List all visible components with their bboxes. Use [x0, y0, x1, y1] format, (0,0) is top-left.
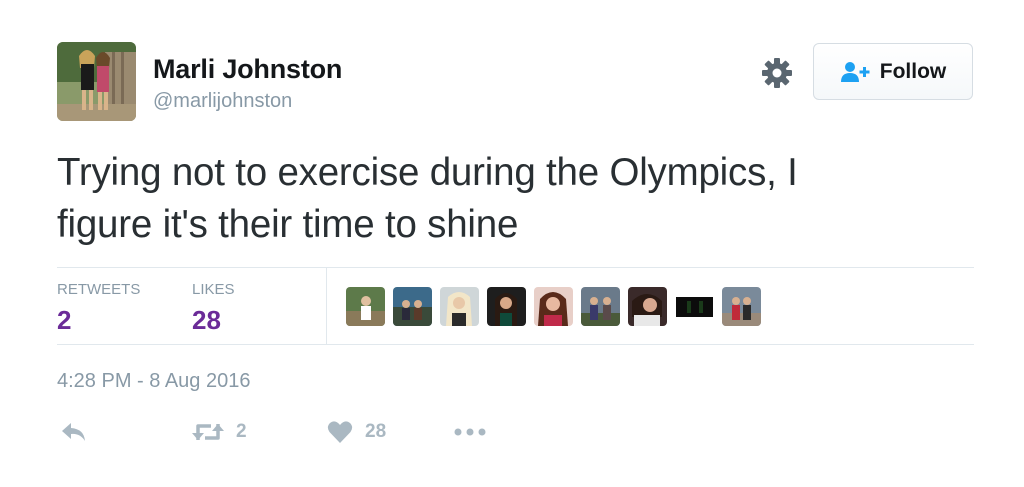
follow-person-plus-icon — [840, 61, 870, 82]
reply-button[interactable] — [60, 420, 88, 444]
like-count: 28 — [365, 421, 387, 442]
liker-avatar[interactable] — [440, 287, 479, 326]
likes-count[interactable]: 28 — [192, 305, 221, 336]
retweets-label[interactable]: RETWEETS — [57, 281, 140, 298]
more-button[interactable] — [454, 424, 486, 440]
avatar[interactable] — [57, 42, 136, 121]
user-display-name[interactable]: Marli Johnston — [153, 54, 342, 85]
retweet-icon — [192, 424, 224, 440]
divider — [57, 344, 974, 345]
more-dots-icon — [454, 428, 486, 436]
liker-avatar[interactable] — [534, 287, 573, 326]
retweet-count: 2 — [236, 421, 247, 442]
liker-avatar[interactable] — [581, 287, 620, 326]
likes-label[interactable]: LIKES — [192, 281, 235, 298]
liker-avatar[interactable] — [628, 287, 667, 326]
tweet-text-line: Trying not to exercise during the Olympi… — [57, 151, 798, 194]
follow-button[interactable]: Follow — [813, 43, 973, 100]
tweet-timestamp[interactable]: 4:28 PM - 8 Aug 2016 — [57, 370, 250, 393]
tweet-text: Trying not to exercise during the Olympi… — [57, 147, 957, 251]
avatar-image — [57, 42, 136, 121]
tweet-text-line: figure it's their time to shine — [57, 203, 519, 246]
follow-button-label: Follow — [879, 59, 947, 83]
retweet-button[interactable]: 2 — [192, 420, 247, 444]
liker-avatar[interactable] — [346, 287, 385, 326]
retweets-count[interactable]: 2 — [57, 305, 71, 336]
liker-avatar[interactable] — [393, 287, 432, 326]
liker-avatar[interactable] — [675, 287, 714, 326]
divider — [57, 267, 974, 268]
liker-avatar[interactable] — [722, 287, 761, 326]
liker-avatars — [346, 287, 761, 326]
divider — [326, 268, 327, 344]
gear-icon[interactable] — [761, 57, 793, 89]
user-handle[interactable]: @marlijohnston — [153, 90, 292, 113]
liker-avatar[interactable] — [487, 287, 526, 326]
like-button[interactable]: 28 — [327, 420, 386, 444]
heart-icon — [327, 421, 353, 443]
reply-icon — [62, 423, 85, 441]
